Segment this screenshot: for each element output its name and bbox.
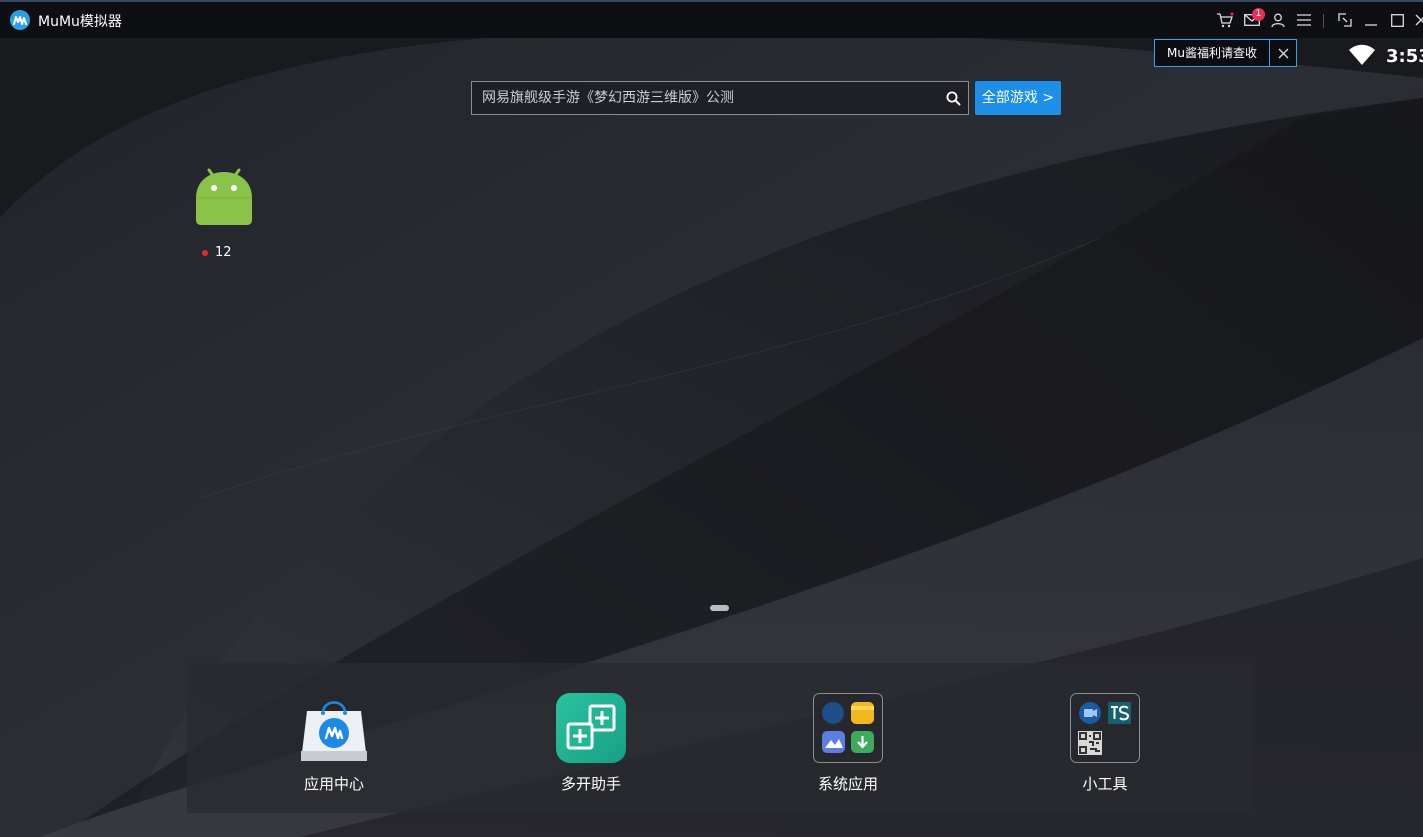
android-app-label: 12 bbox=[202, 245, 232, 260]
menu-icon[interactable] bbox=[1295, 11, 1313, 29]
page-indicator[interactable] bbox=[710, 605, 729, 611]
tools-folder-icon bbox=[1070, 693, 1140, 763]
dock-item-system-apps[interactable]: 系统应用 bbox=[788, 693, 908, 794]
new-indicator-dot bbox=[202, 249, 208, 256]
dock-label: 系统应用 bbox=[817, 775, 878, 793]
android-app-name: 12 bbox=[215, 245, 232, 260]
dock: 应用中心 多开助手 系统应用 小工具 bbox=[187, 663, 1253, 813]
dock-item-multi-instance[interactable]: 多开助手 bbox=[531, 693, 651, 794]
wifi-icon bbox=[1348, 44, 1376, 70]
tooltip-close-icon[interactable] bbox=[1269, 40, 1296, 66]
android-app-icon[interactable] bbox=[193, 164, 255, 232]
dock-item-tools[interactable]: 小工具 bbox=[1045, 693, 1165, 794]
notification-badge: 1 bbox=[1252, 8, 1265, 21]
dock-item-app-center[interactable]: 应用中心 bbox=[274, 693, 394, 794]
titlebar-divider bbox=[1323, 14, 1324, 28]
cart-icon[interactable] bbox=[1216, 11, 1234, 29]
android-desktop: 全部游戏 > 12 bbox=[0, 38, 1423, 837]
tooltip-text[interactable]: Mu酱福利请查收 bbox=[1155, 40, 1269, 66]
dock-label: 应用中心 bbox=[303, 775, 364, 793]
search-input[interactable] bbox=[472, 81, 938, 115]
welfare-tooltip[interactable]: Mu酱福利请查收 bbox=[1154, 39, 1297, 67]
system-apps-folder-icon bbox=[813, 693, 883, 763]
multi-instance-icon bbox=[556, 693, 626, 763]
dock-label: 小工具 bbox=[1082, 775, 1128, 793]
search-icon[interactable] bbox=[938, 82, 968, 114]
status-clock: 3:53 bbox=[1386, 46, 1423, 67]
title-bar: MuMu模拟器 1 bbox=[0, 0, 1423, 38]
mumu-logo-icon bbox=[10, 10, 30, 30]
dock-label: 多开助手 bbox=[560, 775, 621, 793]
app-center-icon bbox=[299, 693, 369, 763]
search-bar[interactable] bbox=[471, 81, 969, 115]
maximize-icon[interactable] bbox=[1388, 11, 1406, 29]
all-games-button[interactable]: 全部游戏 > bbox=[975, 81, 1061, 115]
close-icon[interactable] bbox=[1412, 11, 1423, 29]
fullscreen-icon[interactable] bbox=[1336, 11, 1354, 29]
user-icon[interactable] bbox=[1269, 11, 1287, 29]
app-title: MuMu模拟器 bbox=[38, 14, 122, 30]
minimize-icon[interactable] bbox=[1362, 11, 1380, 29]
